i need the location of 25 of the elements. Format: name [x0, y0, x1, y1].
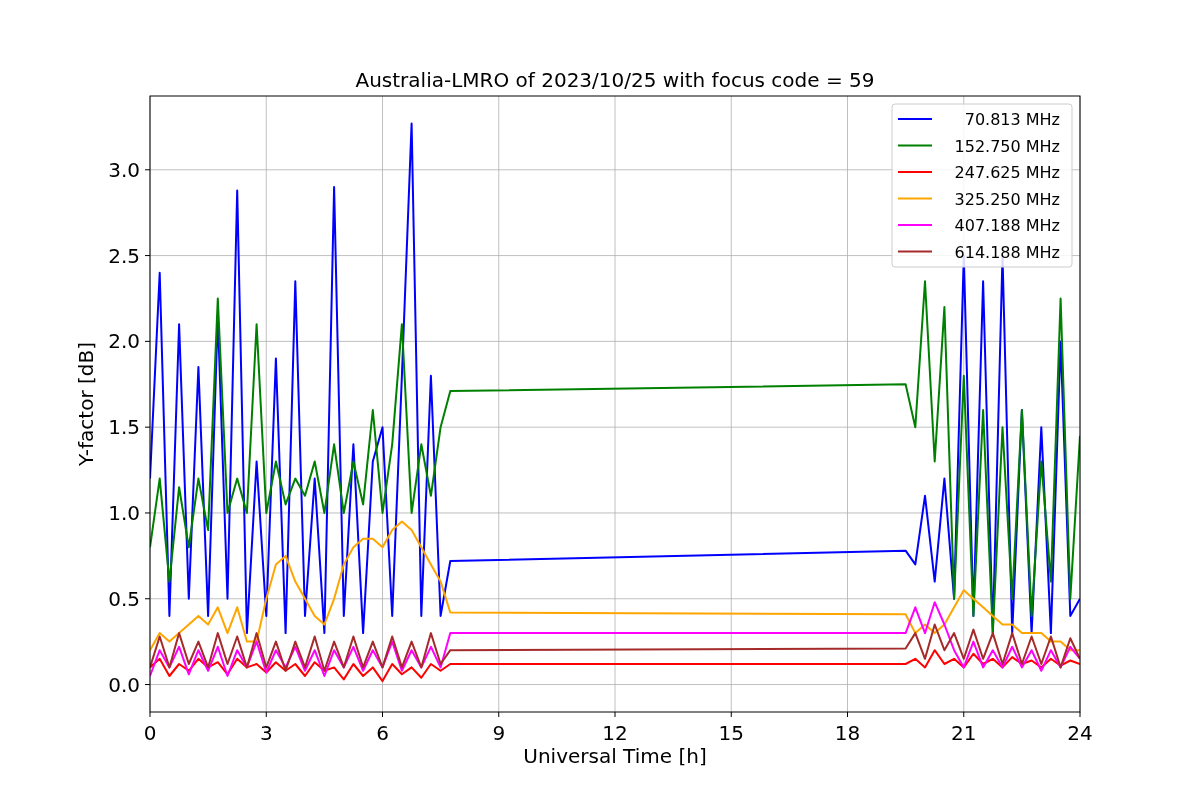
x-axis-label: Universal Time [h]: [523, 744, 707, 768]
y-tick-label: 3.0: [108, 157, 140, 182]
x-tick-label: 0: [143, 721, 157, 745]
legend-label: 70.813 MHz: [964, 110, 1060, 129]
y-tick-label: 2.0: [108, 329, 140, 354]
x-tick-label: 6: [376, 721, 389, 745]
y-tick-label: 0.5: [108, 586, 140, 611]
legend-label: 247.625 MHz: [954, 163, 1060, 182]
y-tick-label: 1.0: [108, 500, 140, 525]
x-tick-label: 18: [834, 721, 861, 745]
x-tick-label: 3: [259, 721, 273, 745]
x-tick-label: 21: [951, 721, 977, 745]
x-tick-label: 15: [718, 721, 744, 745]
y-tick-label: 2.5: [108, 243, 140, 268]
legend-label: 325.250 MHz: [954, 189, 1060, 209]
y-tick-label: 0.0: [108, 672, 140, 697]
legend-label: 614.188 MHz: [954, 242, 1060, 262]
chart-title: Australia-LMRO of 2023/10/25 with focus code = 59: [355, 68, 875, 92]
legend-label: 407.188 MHz: [954, 216, 1060, 235]
y-tick-label: 1.5: [108, 415, 140, 440]
x-tick-label: 24: [1067, 721, 1093, 745]
x-tick-label: 12: [602, 721, 628, 745]
x-tick-label: 9: [492, 721, 506, 745]
legend-label: 152.750 MHz: [954, 136, 1060, 156]
y-axis-label: Y-factor [dB]: [74, 342, 98, 466]
